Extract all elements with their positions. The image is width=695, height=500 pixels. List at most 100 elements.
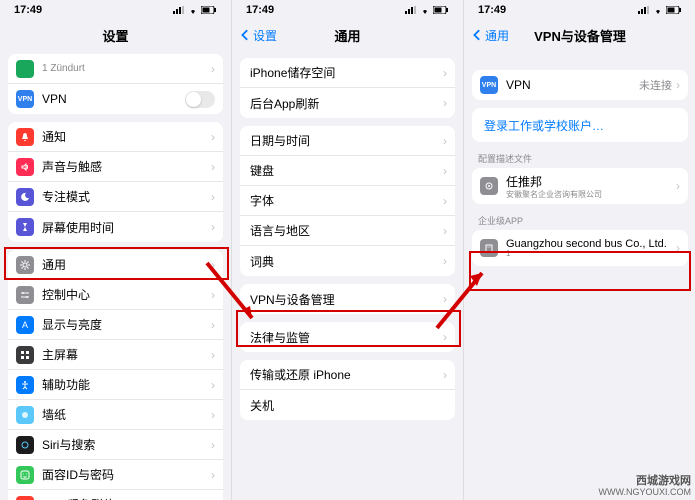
vpn-row[interactable]: VPN VPN: [8, 84, 223, 114]
back-button[interactable]: 设置: [240, 27, 277, 44]
siri-icon: [16, 436, 34, 454]
battery-icon: [666, 6, 682, 14]
top-unknown-row[interactable]: 1 Zündurt ›: [8, 54, 223, 84]
gear-icon: [16, 256, 34, 274]
enterprise-sub: 1: [506, 249, 676, 258]
vpn-icon: VPN: [480, 76, 498, 94]
section-profiles: 配置描述文件: [464, 142, 695, 168]
status-bar: 17:49: [232, 0, 463, 20]
enterprise-name: Guangzhou second bus Co., Ltd.: [506, 238, 676, 250]
wallpaper-row[interactable]: 墙纸›: [8, 400, 223, 430]
bell-icon: [16, 128, 34, 146]
sounds-row[interactable]: 声音与触感›: [8, 152, 223, 182]
status-time: 17:49: [478, 4, 506, 16]
dictionary-row[interactable]: 词典›: [240, 246, 455, 276]
back-button[interactable]: 通用: [472, 27, 509, 44]
status-icons: [173, 6, 217, 14]
legal-row[interactable]: 法律与监管›: [240, 322, 455, 352]
display-row[interactable]: A 显示与亮度›: [8, 310, 223, 340]
signal-icon: [173, 6, 185, 14]
sun-icon: A: [16, 316, 34, 334]
sos-icon: SOS: [16, 496, 34, 500]
hourglass-icon: [16, 218, 34, 236]
focus-row[interactable]: 专注模式›: [8, 182, 223, 212]
enterprise-app-row[interactable]: Guangzhou second bus Co., Ltd. 1 ›: [472, 230, 688, 266]
signal-icon: [638, 6, 650, 14]
chevron-right-icon: ›: [443, 66, 447, 80]
chevron-left-icon: [240, 29, 252, 41]
chevron-right-icon: ›: [443, 164, 447, 178]
chevron-right-icon: ›: [443, 224, 447, 238]
wifi-icon: [653, 6, 663, 14]
section-enterprise: 企业级APP: [464, 204, 695, 230]
faceid-icon: [16, 466, 34, 484]
chevron-left-icon: [472, 29, 484, 41]
settings-header: 设置: [0, 20, 231, 50]
general-header: 设置 通用: [232, 20, 463, 50]
vpn-device-header: 通用 VPN与设备管理: [464, 20, 695, 50]
chevron-right-icon: ›: [211, 438, 215, 452]
chevron-right-icon: ›: [443, 368, 447, 382]
speaker-icon: [16, 158, 34, 176]
chevron-right-icon: ›: [211, 220, 215, 234]
accessibility-row[interactable]: 辅助功能›: [8, 370, 223, 400]
chevron-right-icon: ›: [443, 194, 447, 208]
building-icon: [480, 239, 498, 257]
status-icons: [638, 6, 682, 14]
vpn-status-row[interactable]: VPN VPN 未连接 ›: [472, 70, 688, 100]
vpn-device-panel: 17:49 通用 VPN与设备管理 VPN VPN 未连接 › 登录工作或学校账…: [464, 0, 695, 500]
watermark: 西城游戏网 WWW.NGYOUXI.COM: [599, 476, 692, 498]
siri-row[interactable]: Siri与搜索›: [8, 430, 223, 460]
profile-icon: [480, 177, 498, 195]
chevron-right-icon: ›: [443, 292, 447, 306]
sliders-icon: [16, 286, 34, 304]
keyboard-row[interactable]: 键盘›: [240, 156, 455, 186]
accessibility-icon: [16, 376, 34, 394]
notifications-row[interactable]: 通知›: [8, 122, 223, 152]
watermark-main: 西城游戏网: [599, 476, 692, 487]
signin-work-row[interactable]: 登录工作或学校账户…: [472, 108, 688, 142]
sos-row[interactable]: SOS SOS紧急联络›: [8, 490, 223, 500]
vpn-icon: VPN: [16, 90, 34, 108]
general-row[interactable]: 通用›: [8, 250, 223, 280]
control-center-row[interactable]: 控制中心›: [8, 280, 223, 310]
background-refresh-row[interactable]: 后台App刷新›: [240, 88, 455, 118]
vpn-status: 未连接: [639, 77, 672, 93]
status-bar: 17:49: [464, 0, 695, 20]
vpn-device-row[interactable]: VPN与设备管理›: [240, 284, 455, 314]
datetime-row[interactable]: 日期与时间›: [240, 126, 455, 156]
battery-icon: [433, 6, 449, 14]
chevron-right-icon: ›: [443, 134, 447, 148]
chevron-right-icon: ›: [211, 378, 215, 392]
chevron-right-icon: ›: [443, 330, 447, 344]
faceid-row[interactable]: 面容ID与密码›: [8, 460, 223, 490]
language-row[interactable]: 语言与地区›: [240, 216, 455, 246]
profile-row[interactable]: 任推邦 安徽聚名企业咨询有限公司 ›: [472, 168, 688, 204]
signal-icon: [405, 6, 417, 14]
chevron-right-icon: ›: [211, 130, 215, 144]
row-label: 1 Zündurt: [42, 63, 211, 74]
shutdown-row[interactable]: 关机: [240, 390, 455, 420]
wifi-icon: [420, 6, 430, 14]
chevron-right-icon: ›: [211, 160, 215, 174]
flower-icon: [16, 406, 34, 424]
status-time: 17:49: [246, 4, 274, 16]
homescreen-row[interactable]: 主屏幕›: [8, 340, 223, 370]
chevron-right-icon: ›: [676, 179, 680, 193]
vpn-label: VPN: [42, 92, 185, 106]
battery-icon: [201, 6, 217, 14]
transfer-row[interactable]: 传输或还原 iPhone›: [240, 360, 455, 390]
chevron-right-icon: ›: [211, 190, 215, 204]
general-title: 通用: [334, 26, 360, 45]
storage-row[interactable]: iPhone储存空间›: [240, 58, 455, 88]
profile-name: 任推邦: [506, 173, 676, 190]
profile-sub: 安徽聚名企业咨询有限公司: [506, 189, 676, 200]
vpn-toggle[interactable]: [185, 91, 215, 108]
screentime-row[interactable]: 屏幕使用时间›: [8, 212, 223, 242]
status-icons: [405, 6, 449, 14]
svg-text:A: A: [22, 320, 28, 330]
fonts-row[interactable]: 字体›: [240, 186, 455, 216]
watermark-sub: WWW.NGYOUXI.COM: [599, 487, 692, 498]
chevron-right-icon: ›: [211, 348, 215, 362]
vpn-device-title: VPN与设备管理: [534, 26, 626, 45]
